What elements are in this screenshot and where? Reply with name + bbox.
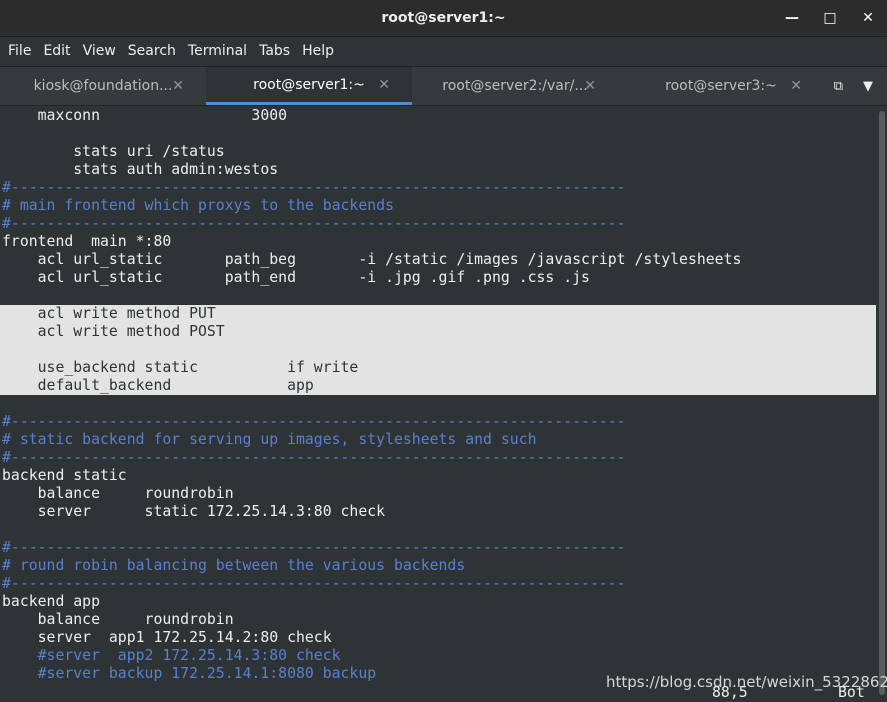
terminal-comment-line: #---------------------------------------… [2, 539, 626, 556]
menu-search[interactable]: Search [122, 43, 182, 59]
menu-view[interactable]: View [77, 43, 122, 59]
terminal-line: frontend main *:80 [2, 233, 172, 250]
terminal-line: acl url_static path_beg -i /static /imag… [2, 251, 742, 268]
terminal-line: backend app [2, 593, 100, 610]
terminal-line-selected: acl write method POST [0, 323, 876, 341]
terminal-comment-line: #---------------------------------------… [2, 449, 626, 466]
terminal-line: stats auth admin:westos [2, 161, 279, 178]
menu-tabs[interactable]: Tabs [253, 43, 296, 59]
terminal-comment-line: #---------------------------------------… [2, 413, 626, 430]
tab-label: kiosk@foundation... [33, 78, 173, 94]
terminal-comment-line: #---------------------------------------… [2, 575, 626, 592]
tab-server2[interactable]: root@server2:/var/... ✕ [412, 67, 618, 105]
tab-label: root@server3:~ [665, 78, 777, 94]
tab-tools: ⧉ ▼ [834, 67, 887, 105]
terminal-window: root@server1:~ — □ ✕ File Edit View Sear… [0, 0, 887, 702]
terminal-line: server static 172.25.14.3:80 check [2, 503, 386, 520]
terminal-comment-line: #---------------------------------------… [2, 215, 626, 232]
scroll-position: Bot [838, 684, 865, 701]
new-tab-icon[interactable]: ⧉ [834, 79, 843, 94]
terminal-comment-line: # main frontend which proxys to the back… [2, 197, 394, 214]
terminal-line: balance roundrobin [2, 611, 234, 628]
terminal-line-selected [0, 341, 876, 359]
menu-terminal[interactable]: Terminal [182, 43, 253, 59]
tab-close-icon[interactable]: ✕ [172, 67, 184, 105]
close-icon[interactable]: ✕ [859, 9, 877, 27]
terminal-comment-line: #---------------------------------------… [2, 179, 626, 196]
terminal-line: acl url_static path_end -i .jpg .gif .pn… [2, 269, 590, 286]
menu-file[interactable]: File [2, 43, 37, 59]
title-bar: root@server1:~ — □ ✕ [0, 0, 887, 37]
tab-server3[interactable]: root@server3:~ ✕ [618, 67, 824, 105]
tab-kiosk[interactable]: kiosk@foundation... ✕ [0, 67, 206, 105]
terminal-comment-line: # static backend for serving up images, … [2, 431, 537, 448]
maximize-icon[interactable]: □ [821, 9, 839, 27]
tab-close-icon[interactable]: ✕ [790, 67, 802, 105]
minimize-icon[interactable]: — [783, 9, 801, 27]
menu-bar: File Edit View Search Terminal Tabs Help [0, 37, 887, 65]
terminal-comment-line: #server app2 172.25.14.3:80 check [2, 647, 341, 664]
terminal-line: stats uri /status [2, 143, 225, 160]
tab-close-icon[interactable]: ✕ [584, 67, 596, 105]
cursor-position: 88,5 [712, 684, 748, 701]
chevron-down-icon[interactable]: ▼ [863, 79, 873, 94]
terminal-line: backend static [2, 467, 127, 484]
scrollbar[interactable] [876, 107, 887, 702]
tab-close-icon[interactable]: ✕ [378, 67, 390, 102]
terminal-line-selected: default_backend app [0, 377, 876, 395]
terminal-line-selected: use_backend static if write [0, 359, 876, 377]
terminal-line-selected: acl write method PUT [0, 305, 876, 323]
tab-label: root@server1:~ [253, 76, 365, 93]
window-title: root@server1:~ [381, 10, 506, 26]
terminal-line: balance roundrobin [2, 485, 234, 502]
tab-server1[interactable]: root@server1:~ ✕ [206, 67, 412, 105]
terminal-content[interactable]: maxconn 3000 stats uri /status stats aut… [0, 107, 876, 702]
tab-bar: kiosk@foundation... ✕ root@server1:~ ✕ r… [0, 66, 887, 106]
terminal-line: maxconn 3000 [2, 107, 288, 124]
terminal-line: server app1 172.25.14.2:80 check [2, 629, 332, 646]
tab-label: root@server2:/var/... [442, 78, 588, 94]
window-controls: — □ ✕ [783, 0, 877, 36]
scrollbar-thumb[interactable] [879, 111, 885, 695]
terminal-comment-line: # round robin balancing between the vari… [2, 557, 466, 574]
menu-edit[interactable]: Edit [37, 43, 76, 59]
menu-help[interactable]: Help [296, 43, 340, 59]
